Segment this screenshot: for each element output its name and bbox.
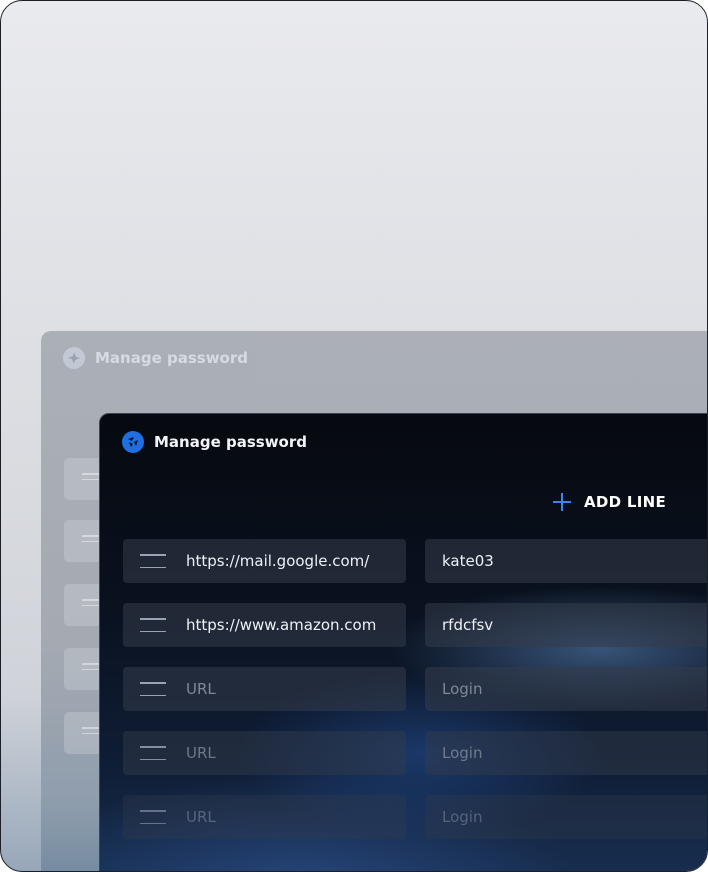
- drag-handle-icon[interactable]: [140, 554, 166, 568]
- url-placeholder: URL: [186, 744, 216, 762]
- login-placeholder: Login: [442, 808, 483, 826]
- plus-icon: [552, 492, 572, 512]
- login-value: rfdcfsv: [442, 616, 494, 634]
- add-line-button[interactable]: ADD LINE: [552, 492, 666, 512]
- login-field[interactable]: Login: [425, 667, 707, 711]
- url-field[interactable]: https://www.amazon.com: [123, 603, 406, 647]
- url-placeholder: URL: [186, 680, 216, 698]
- app-logo-icon: [122, 431, 144, 453]
- add-line-label: ADD LINE: [584, 493, 667, 511]
- login-field[interactable]: Login: [425, 795, 707, 839]
- window-header: Manage password: [122, 431, 307, 453]
- drag-handle-icon[interactable]: [140, 618, 166, 632]
- url-field[interactable]: URL: [123, 731, 406, 775]
- background-window-title: Manage password: [95, 349, 248, 367]
- login-field[interactable]: rfdcfsv: [425, 603, 707, 647]
- manage-password-window: Manage password ADD LINE https://mail.go…: [99, 413, 707, 871]
- drag-handle-icon[interactable]: [140, 746, 166, 760]
- login-value: kate03: [442, 552, 494, 570]
- url-value: https://mail.google.com/: [186, 552, 370, 570]
- url-placeholder: URL: [186, 808, 216, 826]
- url-field[interactable]: URL: [123, 795, 406, 839]
- drag-handle-icon[interactable]: [140, 810, 166, 824]
- url-field[interactable]: URL: [123, 667, 406, 711]
- login-placeholder: Login: [442, 680, 483, 698]
- login-field[interactable]: kate03: [425, 539, 707, 583]
- login-placeholder: Login: [442, 744, 483, 762]
- window-title: Manage password: [154, 433, 307, 451]
- drag-handle-icon[interactable]: [140, 682, 166, 696]
- background-window-header: Manage password: [63, 347, 248, 369]
- url-field[interactable]: https://mail.google.com/: [123, 539, 406, 583]
- device-frame: Manage password Manage password ADD LINE: [0, 0, 708, 872]
- url-value: https://www.amazon.com: [186, 616, 377, 634]
- login-field[interactable]: Login: [425, 731, 707, 775]
- app-logo-icon: [63, 347, 85, 369]
